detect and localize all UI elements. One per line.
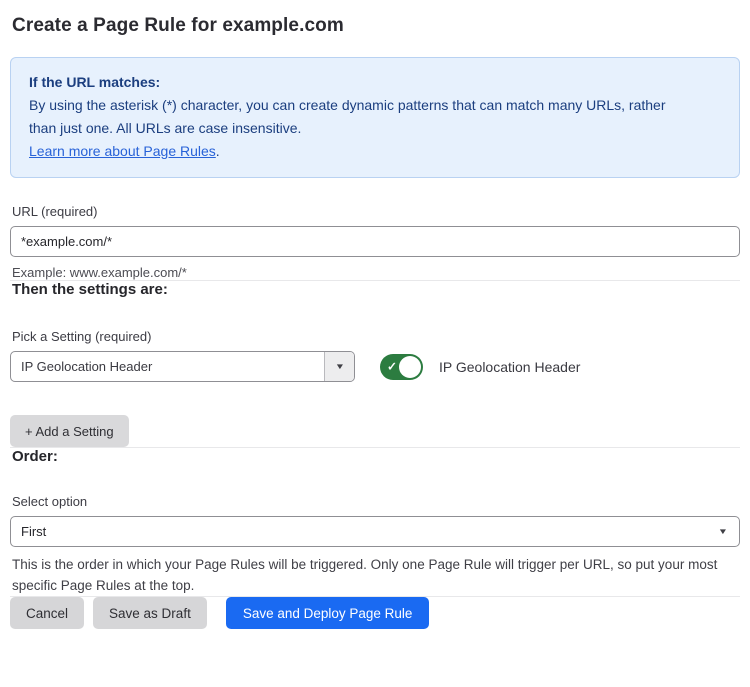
info-box-body: By using the asterisk (*) character, you… [29, 94, 691, 140]
cancel-button[interactable]: Cancel [10, 597, 84, 629]
learn-more-link[interactable]: Learn more about Page Rules [29, 143, 216, 159]
add-setting-button[interactable]: + Add a Setting [10, 415, 129, 447]
save-as-draft-button[interactable]: Save as Draft [93, 597, 207, 629]
setting-combobox[interactable]: IP Geolocation Header ▼ [10, 351, 355, 382]
url-field-label: URL (required) [12, 204, 738, 219]
setting-picker-label: Pick a Setting (required) [12, 329, 738, 344]
footer-actions: Cancel Save as Draft Save and Deploy Pag… [10, 597, 740, 629]
ip-geolocation-toggle[interactable]: ✓ [380, 354, 423, 380]
info-box-heading: If the URL matches: [29, 71, 721, 94]
setting-combobox-value: IP Geolocation Header [11, 359, 324, 374]
page-rule-form: Create a Page Rule for example.com If th… [0, 0, 750, 629]
toggle-wrap: ✓ IP Geolocation Header [380, 354, 580, 380]
url-match-info-box: If the URL matches: By using the asteris… [10, 57, 740, 178]
url-input[interactable] [10, 226, 740, 257]
order-section-heading: Order: [12, 448, 738, 465]
info-box-link-line: Learn more about Page Rules. [29, 140, 721, 163]
check-icon: ✓ [387, 359, 397, 373]
order-select-value: First [21, 524, 719, 539]
link-suffix: . [216, 143, 220, 159]
settings-section-heading: Then the settings are: [12, 281, 738, 298]
setting-combobox-arrow-button[interactable]: ▼ [324, 352, 354, 381]
order-select-label: Select option [12, 494, 738, 509]
url-example-hint: Example: www.example.com/* [12, 265, 738, 280]
chevron-down-icon: ▼ [334, 363, 344, 371]
save-and-deploy-button[interactable]: Save and Deploy Page Rule [226, 597, 430, 629]
setting-row: IP Geolocation Header ▼ ✓ IP Geolocation… [10, 351, 740, 382]
order-select[interactable]: First ▼ [10, 516, 740, 547]
toggle-label: IP Geolocation Header [439, 359, 580, 375]
order-help-text: This is the order in which your Page Rul… [12, 554, 738, 596]
page-title: Create a Page Rule for example.com [12, 15, 738, 37]
toggle-knob [399, 356, 421, 378]
chevron-down-icon: ▼ [718, 528, 728, 536]
